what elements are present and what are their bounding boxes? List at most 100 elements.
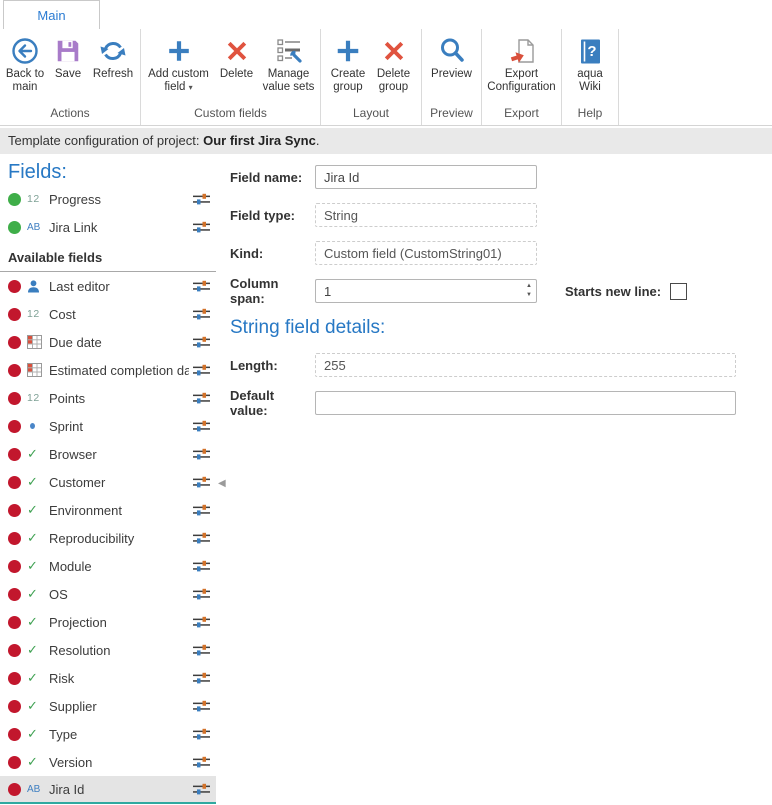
drag-handle-icon[interactable] [193,644,210,656]
add-custom-field-button[interactable]: Add custom field ▾ [144,34,214,95]
list-item-progress[interactable]: 12 Progress [0,185,216,213]
status-dot-red [8,756,21,769]
drag-handle-icon[interactable] [193,700,210,712]
refresh-icon [98,34,128,68]
status-dot-red [8,504,21,517]
aqua-wiki-button[interactable]: ? aqua Wiki [566,34,614,95]
list-item-supplier[interactable]: ✓ Supplier [0,692,216,720]
drag-handle-icon[interactable] [193,193,210,205]
field-details-panel: Field name: Field type: Kind: Column spa… [216,154,772,805]
export-configuration-button[interactable]: Export Configuration [483,34,561,95]
back-to-main-button[interactable]: Back to main [1,34,49,95]
list-item-version[interactable]: ✓ Version [0,748,216,776]
list-item-jira-id[interactable]: AB Jira Id [0,776,216,804]
default-value-input[interactable] [315,391,736,415]
drag-handle-icon[interactable] [193,280,210,292]
save-icon [54,34,82,68]
status-dot-red [8,616,21,629]
delete-group-button[interactable]: Delete group [371,34,417,95]
create-group-button[interactable]: Create group [326,34,371,95]
field-name-label: Points [49,391,189,406]
list-item-last-editor[interactable]: Last editor [0,272,216,300]
drag-handle-icon[interactable] [193,420,210,432]
delete-group-label: Delete group [372,68,416,95]
list-item-type[interactable]: ✓ Type [0,720,216,748]
drag-handle-icon[interactable] [193,616,210,628]
list-item-environment[interactable]: ✓ Environment [0,496,216,524]
field-name-label: Customer [49,475,189,490]
list-item-estimated-completion-date[interactable]: Estimated completion date [0,356,216,384]
field-name-label: OS [49,587,189,602]
ribbon-group-label-layout: Layout [321,105,421,125]
status-dot-red [8,672,21,685]
spinner-up-icon[interactable]: ▲ [526,282,532,291]
list-item-cost[interactable]: 12 Cost [0,300,216,328]
field-name-label: Resolution [49,643,189,658]
numeric-type-icon: 12 [27,308,49,320]
drag-handle-icon[interactable] [193,588,210,600]
list-item-module[interactable]: ✓ Module [0,552,216,580]
panel-collapse-arrow-icon[interactable]: ◀ [218,478,226,490]
checkmark-icon: ✓ [27,530,49,546]
delete-x-icon [224,34,250,68]
drag-handle-icon[interactable] [193,308,210,320]
delete-x-icon [381,34,407,68]
delete-button[interactable]: Delete [214,34,260,81]
drag-handle-icon[interactable] [193,221,210,233]
list-item-points[interactable]: 12 Points [0,384,216,412]
string-field-details-heading: String field details: [230,316,772,340]
starts-new-line-checkbox[interactable] [670,283,687,300]
list-item-sprint[interactable]: Sprint [0,412,216,440]
drag-handle-icon[interactable] [193,336,210,348]
list-item-browser[interactable]: ✓ Browser [0,440,216,468]
list-item-resolution[interactable]: ✓ Resolution [0,636,216,664]
checkmark-icon: ✓ [27,474,49,490]
ribbon-group-preview: Preview Preview [422,29,482,125]
drag-handle-icon[interactable] [193,532,210,544]
drag-handle-icon[interactable] [193,504,210,516]
wiki-book-icon: ? [575,34,605,68]
field-name-input[interactable] [315,165,537,189]
export-configuration-label: Export Configuration [484,68,560,95]
fields-panel: Fields: 12 Progress AB Jira Link Availab… [0,154,216,805]
export-document-icon [507,34,537,68]
project-header-bar: Template configuration of project: Our f… [0,128,772,154]
drag-handle-icon[interactable] [193,560,210,572]
drag-handle-icon[interactable] [193,476,210,488]
list-item-jira-link[interactable]: AB Jira Link [0,213,216,241]
list-item-reproducibility[interactable]: ✓ Reproducibility [0,524,216,552]
drag-handle-icon[interactable] [193,756,210,768]
list-item-risk[interactable]: ✓ Risk [0,664,216,692]
person-icon [27,280,49,293]
drag-handle-icon[interactable] [193,783,210,795]
field-type-form-label: Field type: [230,208,315,223]
available-fields-header: Available fields [0,241,216,272]
refresh-button[interactable]: Refresh [87,34,139,81]
list-item-os[interactable]: ✓ OS [0,580,216,608]
tab-bar: Main [0,0,772,29]
drag-handle-icon[interactable] [193,448,210,460]
checkmark-icon: ✓ [27,670,49,686]
save-button[interactable]: Save [49,34,87,81]
list-item-due-date[interactable]: Due date [0,328,216,356]
drag-handle-icon[interactable] [193,392,210,404]
drag-handle-icon[interactable] [193,728,210,740]
manage-value-sets-button[interactable]: Manage value sets [260,34,318,95]
field-type-input [315,203,537,227]
column-span-input[interactable] [315,279,537,303]
starts-new-line-label: Starts new line: [565,284,661,299]
status-dot-red [8,280,21,293]
value-sets-wrench-icon [274,34,304,68]
drag-handle-icon[interactable] [193,672,210,684]
main-content: Fields: 12 Progress AB Jira Link Availab… [0,154,772,805]
spinner-down-icon[interactable]: ▼ [526,291,532,300]
save-label: Save [55,68,81,81]
tab-main[interactable]: Main [3,0,100,29]
list-item-customer[interactable]: ✓ Customer [0,468,216,496]
ribbon-group-label-preview: Preview [422,105,481,125]
preview-button[interactable]: Preview [425,34,479,81]
list-item-projection[interactable]: ✓ Projection [0,608,216,636]
manage-value-sets-label: Manage value sets [261,68,317,95]
drag-handle-icon[interactable] [193,364,210,376]
status-dot-red [8,308,21,321]
